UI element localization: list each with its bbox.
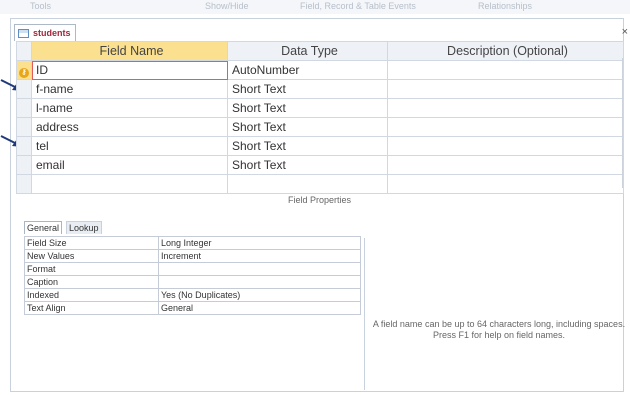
field-name-cell[interactable]: ID (31, 60, 228, 80)
ribbon-group-labels: Tools Show/Hide Field, Record & Table Ev… (0, 0, 630, 14)
field-name-cell[interactable]: f-name (31, 79, 228, 99)
property-row: Field Size Long Integer (24, 236, 361, 250)
field-name-header[interactable]: Field Name (31, 41, 228, 61)
data-type-header[interactable]: Data Type (227, 41, 388, 61)
description-header[interactable]: Description (Optional) (387, 41, 624, 61)
grid-corner (16, 41, 32, 61)
data-type-cell[interactable]: Short Text (227, 155, 388, 175)
table-row: tel Short Text (16, 136, 624, 156)
data-type-cell[interactable]: AutoNumber (227, 60, 388, 80)
property-label: Caption (24, 275, 159, 289)
data-type-cell[interactable]: Short Text (227, 117, 388, 137)
field-properties-title: Field Properties (288, 195, 352, 205)
data-type-cell[interactable]: Short Text (227, 98, 388, 118)
primary-key-icon: ⚷ (19, 67, 29, 78)
table-row (16, 174, 624, 194)
description-cell[interactable] (387, 155, 624, 175)
grid-scrollbar[interactable] (622, 58, 630, 188)
tab-general[interactable]: General (24, 221, 63, 234)
field-name-cell[interactable] (31, 174, 228, 194)
property-value[interactable] (158, 275, 361, 289)
data-type-cell[interactable]: Short Text (227, 79, 388, 99)
table-row: l-name Short Text (16, 98, 624, 118)
property-label: Indexed (24, 288, 159, 302)
data-type-cell[interactable]: Short Text (227, 136, 388, 156)
property-row: Caption (24, 275, 361, 289)
property-tabs: General Lookup (24, 221, 102, 234)
close-icon[interactable]: × (622, 26, 628, 38)
property-label: Field Size (24, 236, 159, 250)
field-name-cell[interactable]: l-name (31, 98, 228, 118)
ribbon-group-events: Field, Record & Table Events (300, 1, 416, 11)
properties-divider (364, 238, 365, 390)
tab-label: students (33, 28, 71, 38)
field-properties-grid: Field Size Long Integer New Values Incre… (24, 236, 361, 315)
row-selector[interactable] (16, 174, 32, 194)
property-value[interactable] (158, 262, 361, 276)
row-selector[interactable] (16, 155, 32, 175)
row-selector[interactable] (16, 136, 32, 156)
table-row: f-name Short Text (16, 79, 624, 99)
table-icon (18, 28, 29, 38)
ribbon-group-show-hide: Show/Hide (205, 1, 249, 11)
table-row: address Short Text (16, 117, 624, 137)
field-name-cell[interactable]: address (31, 117, 228, 137)
property-value[interactable]: Long Integer (158, 236, 361, 250)
grid-header-row: Field Name Data Type Description (Option… (16, 41, 624, 61)
property-label: Format (24, 262, 159, 276)
row-selector[interactable] (16, 98, 32, 118)
property-label: New Values (24, 249, 159, 263)
description-cell[interactable] (387, 136, 624, 156)
row-selector[interactable] (16, 79, 32, 99)
property-row: Format (24, 262, 361, 276)
property-label: Text Align (24, 301, 159, 315)
row-selector[interactable] (16, 117, 32, 137)
description-cell[interactable] (387, 98, 624, 118)
data-type-cell[interactable] (227, 174, 388, 194)
table-row: email Short Text (16, 155, 624, 175)
field-name-cell[interactable]: tel (31, 136, 228, 156)
field-grid: Field Name Data Type Description (Option… (16, 41, 624, 194)
property-value[interactable]: Increment (158, 249, 361, 263)
ribbon-group-tools: Tools (30, 1, 52, 11)
description-cell[interactable] (387, 79, 624, 99)
property-value[interactable]: General (158, 301, 361, 315)
field-name-cell[interactable]: email (31, 155, 228, 175)
tab-students[interactable]: students (14, 24, 76, 41)
tab-lookup[interactable]: Lookup (66, 221, 102, 234)
property-row: Text Align General (24, 301, 361, 315)
description-cell[interactable] (387, 60, 624, 80)
row-selector[interactable]: ⚷ (16, 60, 32, 80)
property-row: Indexed Yes (No Duplicates) (24, 288, 361, 302)
description-cell[interactable] (387, 117, 624, 137)
property-row: New Values Increment (24, 249, 361, 263)
ribbon-group-relationships: Relationships (478, 1, 533, 11)
table-row: ⚷ ID AutoNumber (16, 60, 624, 80)
description-cell[interactable] (387, 174, 624, 194)
property-value[interactable]: Yes (No Duplicates) (158, 288, 361, 302)
field-help-text: A field name can be up to 64 characters … (372, 319, 626, 340)
